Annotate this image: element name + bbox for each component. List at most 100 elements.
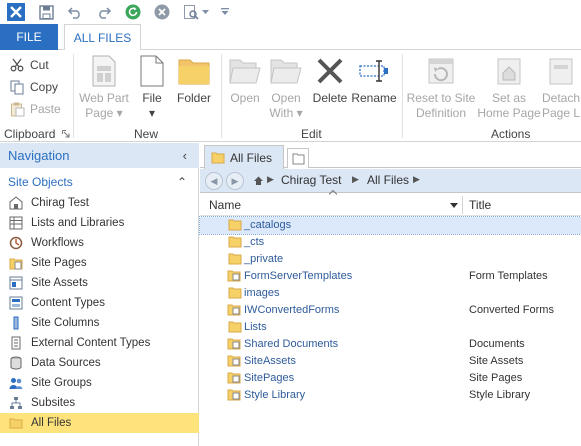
- tab-file[interactable]: FILE: [0, 24, 58, 50]
- clipboard-launcher-icon[interactable]: [62, 130, 70, 138]
- nav-item-content-types[interactable]: Content Types: [0, 293, 199, 313]
- new-file-button[interactable]: File ▾: [136, 54, 168, 126]
- site-objects-header[interactable]: Site Objects ⌃: [0, 171, 199, 193]
- library-folder-icon: [227, 354, 241, 367]
- table-row[interactable]: Style Library Style Library: [200, 387, 581, 404]
- customize-toolbar-icon[interactable]: [218, 2, 232, 22]
- column-divider[interactable]: [462, 196, 463, 214]
- file-title: Form Templates: [469, 270, 548, 282]
- undo-icon[interactable]: [65, 2, 85, 22]
- redo-icon[interactable]: [94, 2, 114, 22]
- home-page-icon: [492, 54, 526, 88]
- file-name[interactable]: Shared Documents: [244, 338, 338, 350]
- paste-button[interactable]: Paste: [8, 98, 61, 120]
- nav-item-subsites[interactable]: Subsites: [0, 393, 199, 413]
- reset-to-site-definition-button[interactable]: Reset to Site Definition: [405, 54, 477, 126]
- file-title: Style Library: [469, 389, 531, 401]
- chevron-up-icon[interactable]: ⌃: [177, 175, 187, 189]
- file-icon: [135, 54, 169, 88]
- nav-item-label: Chirag Test: [31, 197, 89, 209]
- file-name[interactable]: FormServerTemplates: [244, 270, 352, 282]
- home-label-1: Set as: [491, 91, 527, 105]
- rename-button[interactable]: Rename: [351, 54, 397, 126]
- file-name[interactable]: SiteAssets: [244, 355, 296, 367]
- open-with-button[interactable]: Open With ▾: [266, 54, 306, 126]
- table-row[interactable]: SitePages Site Pages: [200, 370, 581, 387]
- columns-icon: [8, 315, 24, 331]
- app-icon[interactable]: [6, 2, 26, 22]
- breadcrumb-current[interactable]: All Files: [367, 173, 409, 187]
- external-content-icon: [8, 335, 24, 351]
- file-name[interactable]: Style Library: [244, 389, 305, 401]
- edit-group-label: Edit: [301, 127, 322, 141]
- nav-item-label: Workflows: [31, 237, 84, 249]
- detach-page-layout-button[interactable]: Detach Page L: [542, 54, 581, 126]
- nav-item-site-columns[interactable]: Site Columns: [0, 313, 199, 333]
- preview-icon[interactable]: [181, 2, 201, 22]
- table-row[interactable]: IWConvertedForms Converted Forms: [200, 302, 581, 319]
- nav-item-lists-and-libraries[interactable]: Lists and Libraries: [0, 213, 199, 233]
- web-part-page-button[interactable]: Web Part Page ▾: [76, 54, 132, 126]
- breadcrumb-site[interactable]: Chirag Test: [281, 173, 341, 187]
- rename-label: Rename: [351, 91, 397, 105]
- new-folder-button[interactable]: Folder: [174, 54, 214, 126]
- file-name[interactable]: _private: [244, 253, 283, 265]
- nav-item-label: Site Assets: [31, 277, 88, 289]
- open-button[interactable]: Open: [226, 54, 264, 126]
- delete-button[interactable]: Delete: [310, 54, 350, 126]
- nav-item-site-pages[interactable]: Site Pages: [0, 253, 199, 273]
- library-folder-icon: [227, 371, 241, 384]
- file-name[interactable]: IWConvertedForms: [244, 304, 339, 316]
- column-name[interactable]: Name: [209, 198, 241, 212]
- cut-button[interactable]: Cut: [8, 54, 49, 76]
- stop-icon[interactable]: [152, 2, 172, 22]
- save-icon[interactable]: [36, 2, 56, 22]
- subsites-icon: [8, 395, 24, 411]
- new-folder-label: Folder: [176, 91, 211, 105]
- web-part-page-label-1: Web Part: [79, 91, 129, 105]
- file-name[interactable]: Lists: [244, 321, 267, 333]
- table-row[interactable]: _catalogs: [199, 216, 581, 235]
- table-row[interactable]: _private: [200, 251, 581, 268]
- collapse-pane-icon[interactable]: ‹: [183, 148, 187, 163]
- delete-x-icon: [313, 54, 347, 88]
- open-folder-icon: [228, 54, 262, 88]
- column-title[interactable]: Title: [469, 198, 491, 212]
- table-row[interactable]: SiteAssets Site Assets: [200, 353, 581, 370]
- file-name[interactable]: _cts: [244, 236, 264, 248]
- home-icon[interactable]: [254, 176, 263, 185]
- forward-button[interactable]: ▶: [226, 172, 244, 190]
- copy-icon: [8, 78, 26, 96]
- delete-label: Delete: [312, 91, 348, 105]
- table-row[interactable]: FormServerTemplates Form Templates: [200, 268, 581, 285]
- preview-dropdown-icon[interactable]: [199, 2, 211, 22]
- tab-all-files-document[interactable]: All Files: [204, 145, 284, 169]
- clipboard-icon: [8, 100, 26, 118]
- navigation-header: Navigation ‹: [0, 143, 199, 168]
- ribbon-tabs: FILE ALL FILES: [0, 24, 581, 51]
- filter-dropdown-icon[interactable]: [450, 203, 458, 208]
- table-row[interactable]: Lists: [200, 319, 581, 336]
- nav-item-external-content-types[interactable]: External Content Types: [0, 333, 199, 353]
- new-tab-button[interactable]: [287, 148, 309, 168]
- nav-item-workflows[interactable]: Workflows: [0, 233, 199, 253]
- folder-icon: [228, 320, 242, 333]
- refresh-icon[interactable]: [123, 2, 143, 22]
- table-row[interactable]: _cts: [200, 234, 581, 251]
- file-name[interactable]: images: [244, 287, 279, 299]
- tab-all-files[interactable]: ALL FILES: [64, 24, 141, 51]
- nav-item-chirag-test[interactable]: Chirag Test: [0, 193, 199, 213]
- file-name[interactable]: _catalogs: [244, 219, 291, 231]
- table-row[interactable]: Shared Documents Documents: [200, 336, 581, 353]
- file-name[interactable]: SitePages: [244, 372, 294, 384]
- nav-item-data-sources[interactable]: Data Sources: [0, 353, 199, 373]
- nav-item-all-files[interactable]: All Files: [0, 413, 199, 433]
- breadcrumb-arrow-icon: ▶: [352, 174, 359, 184]
- folder-icon: [228, 286, 242, 299]
- nav-item-site-assets[interactable]: Site Assets: [0, 273, 199, 293]
- set-as-home-page-button[interactable]: Set as Home Page: [477, 54, 541, 126]
- table-row[interactable]: images: [200, 285, 581, 302]
- nav-item-site-groups[interactable]: Site Groups: [0, 373, 199, 393]
- copy-button[interactable]: Copy: [8, 76, 58, 98]
- back-button[interactable]: ◀: [205, 172, 223, 190]
